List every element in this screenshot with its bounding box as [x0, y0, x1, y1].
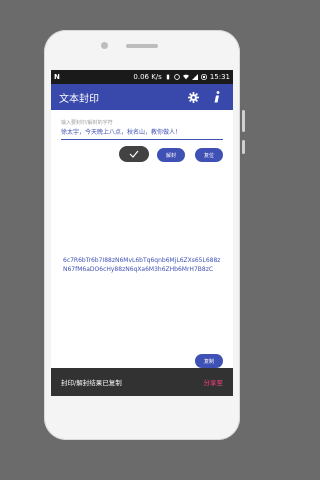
seal-button[interactable]: [119, 146, 149, 162]
network-speed: 0.06 K/s: [133, 73, 162, 81]
gear-icon: [187, 91, 199, 103]
info-icon: [214, 91, 220, 103]
status-bar: N 0.06 K/s 15:31: [51, 70, 233, 84]
checkmark-icon: [129, 150, 139, 158]
result-text: 6c7R6bTr6b7I88zN6MvL6bTq6qnb6MjL6ZXs65L6…: [63, 257, 221, 273]
main-content: 输入要封印/解封的字符 徐太宇，今天晚上八点，秋名山，教你做人！ 解封 复位 6…: [51, 110, 233, 382]
alarm-icon: [173, 74, 180, 80]
text-input[interactable]: 徐太宇，今天晚上八点，秋名山，教你做人！: [61, 127, 181, 136]
speaker-grille: [126, 44, 158, 48]
notification-icon: N: [54, 73, 60, 81]
signal-icon: [191, 74, 198, 80]
reset-button[interactable]: 复位: [195, 148, 223, 162]
volume-button: [242, 110, 245, 132]
settings-button[interactable]: [185, 89, 201, 105]
power-button: [242, 140, 245, 154]
app-title: 文本封印: [59, 93, 99, 105]
snackbar-message: 封印/解封结果已复制: [61, 379, 122, 387]
copy-button[interactable]: 复制: [195, 354, 223, 368]
share-action[interactable]: 分享至: [204, 377, 224, 387]
front-camera: [101, 42, 108, 49]
input-underline: [61, 139, 223, 140]
wifi-icon: [182, 74, 189, 80]
app-bar: 文本封印: [51, 84, 233, 110]
battery-icon: [200, 74, 207, 80]
clock: 15:31: [209, 73, 230, 81]
vibrate-icon: [166, 74, 170, 80]
info-button[interactable]: [209, 89, 225, 105]
snackbar: 封印/解封结果已复制 分享至: [51, 368, 233, 396]
app-screen: N 0.06 K/s 15:31 文本封印 输入要封印/解封的字符 徐太宇，今天…: [51, 70, 233, 396]
input-placeholder: 输入要封印/解封的字符: [61, 120, 113, 126]
decode-button[interactable]: 解封: [157, 148, 185, 162]
